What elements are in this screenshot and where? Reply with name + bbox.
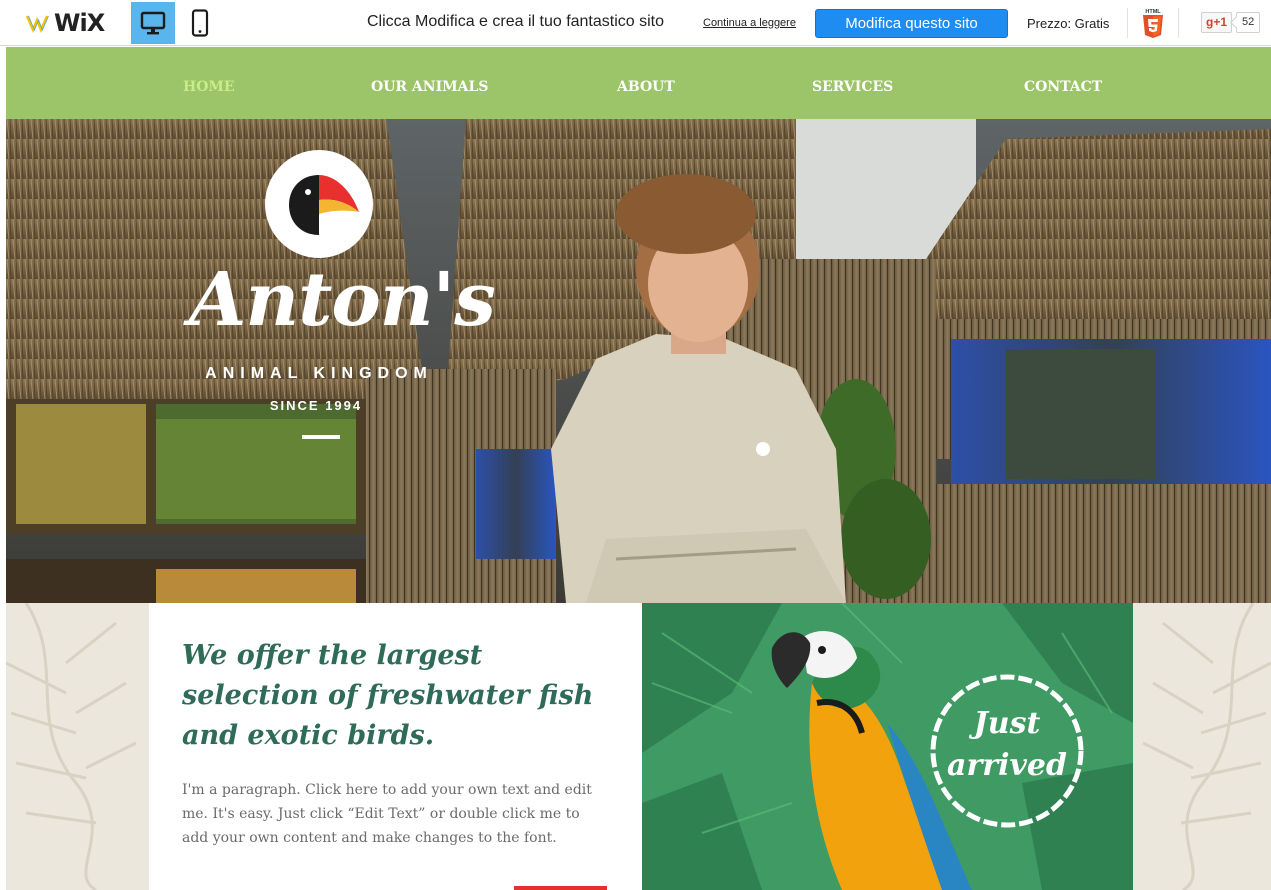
desktop-view-icon <box>140 11 166 35</box>
google-plus-widget[interactable]: g+1 52 <box>1201 12 1261 33</box>
leaf-pattern-left <box>6 603 149 890</box>
promo-panel[interactable]: Just arrived <box>642 603 1133 890</box>
edit-site-button[interactable]: Modifica questo sito <box>815 9 1008 38</box>
intro-section: We offer the largest selection of freshw… <box>149 603 642 890</box>
leaf-pattern <box>6 603 137 890</box>
site-navigation: HOME OUR ANIMALS ABOUT SERVICES CONTACT <box>6 47 1271 119</box>
wix-top-bar: WiX Clicca Modifica e crea il tuo fantas… <box>0 0 1271 46</box>
google-plus-button[interactable]: g+1 <box>1201 12 1233 33</box>
just-arrived-badge: Just arrived <box>947 706 1067 783</box>
leaf-pattern-right <box>1133 603 1271 890</box>
divider <box>1178 8 1179 38</box>
promo-text: Clicca Modifica e crea il tuo fantastico… <box>367 13 665 30</box>
nav-item-our-animals[interactable]: OUR ANIMALS <box>371 79 488 95</box>
wix-logo-icon <box>26 15 49 34</box>
nav-item-services[interactable]: SERVICES <box>812 79 893 95</box>
brand-logo[interactable] <box>265 150 373 258</box>
html5-label: HTML <box>1145 9 1161 15</box>
hero-photo <box>6 119 1271 603</box>
brand-subtitle: ANIMAL KINGDOM <box>205 365 433 382</box>
google-plus-count: 52 <box>1236 12 1261 33</box>
nav-item-contact[interactable]: CONTACT <box>1024 79 1102 95</box>
leaf-pattern <box>1142 603 1271 890</box>
mobile-view-icon <box>191 9 209 37</box>
toucan-logo-icon <box>289 175 359 235</box>
read-more-button[interactable] <box>514 886 607 890</box>
intro-paragraph: I'm a paragraph. Click here to add your … <box>182 782 592 846</box>
hero-banner: Anton's ANIMAL KINGDOM SINCE 1994 <box>6 119 1271 603</box>
wix-logo[interactable]: WiX <box>26 9 105 37</box>
brand-name: Anton's <box>189 257 496 343</box>
mobile-view-button[interactable] <box>178 2 222 44</box>
read-more-link[interactable]: Continua a leggere <box>703 17 796 29</box>
intro-headline: We offer the largest selection of freshw… <box>182 640 594 751</box>
divider <box>1127 8 1128 38</box>
nav-item-home[interactable]: HOME <box>183 79 235 95</box>
brand-divider <box>302 435 340 439</box>
nav-item-about[interactable]: ABOUT <box>617 79 675 95</box>
wix-logo-text: WiX <box>54 9 105 37</box>
brand-since: SINCE 1994 <box>269 398 363 413</box>
price-label: Prezzo: Gratis <box>1027 16 1110 31</box>
desktop-view-button[interactable] <box>131 2 175 44</box>
html5-icon: HTML <box>1143 9 1163 38</box>
